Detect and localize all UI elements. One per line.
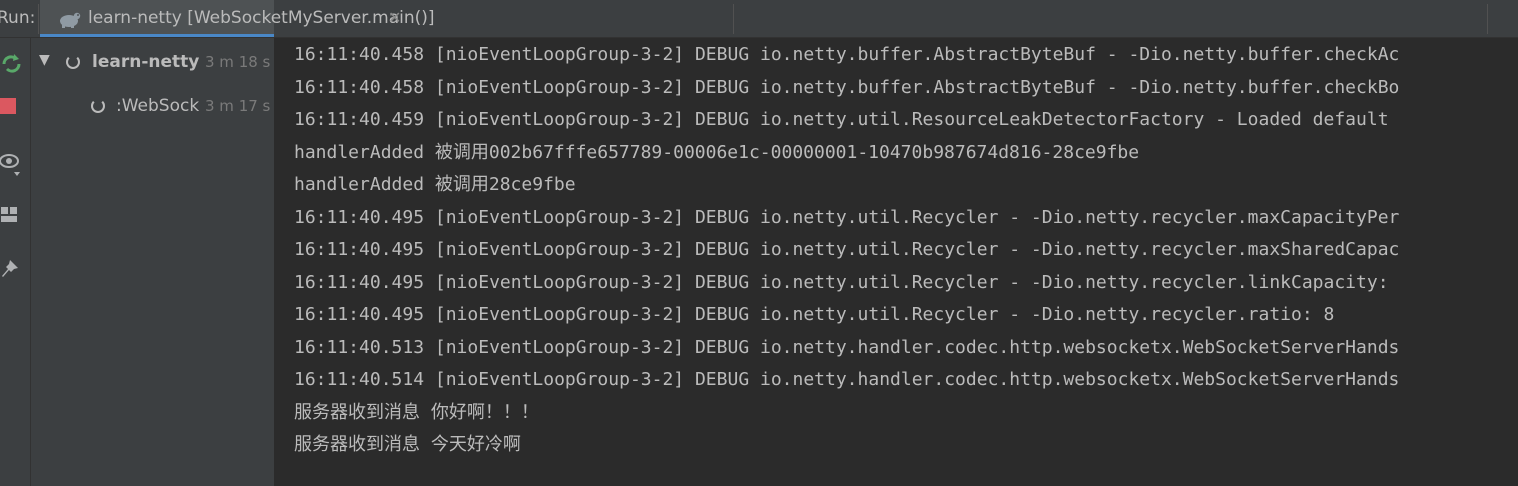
console-line: 16:11:40.495 [nioEventLoopGroup-3-2] DEB… [294,271,1389,293]
java-app-icon [58,9,82,33]
console-line: 16:11:40.459 [nioEventLoopGroup-3-2] DEB… [294,109,1389,130]
run-tab[interactable]: learn-netty [WebSocketMyServer.main()] [40,0,435,37]
console-line: 服务器收到消息 今天好冷啊 [294,434,521,455]
run-tab-title: learn-netty [WebSocketMyServer.main()] [88,8,435,28]
running-spinner-icon [66,55,80,69]
console-output[interactable]: 16:11:40.458 [nioEventLoopGroup-3-2] DEB… [275,38,1518,486]
close-tab-icon[interactable]: ✕ [388,0,401,36]
tree-node-duration: 3 m 18 s [205,53,271,71]
console-line: 16:11:40.458 [nioEventLoopGroup-3-2] DEB… [294,44,1400,65]
console-line: 16:11:40.495 [nioEventLoopGroup-3-2] DEB… [294,239,1400,260]
console-line: 服务器收到消息 你好啊！！！ [294,401,539,423]
tab-separator [38,4,39,34]
tab-separator [1487,4,1488,34]
console-line: 16:11:40.513 [nioEventLoopGroup-3-2] DEB… [294,336,1400,358]
console-line: 16:11:40.495 [nioEventLoopGroup-3-2] DEB… [294,206,1400,228]
console-line: 16:11:40.495 [nioEventLoopGroup-3-2] DEB… [294,304,1335,325]
tree-node-label: learn-netty [ [92,52,204,72]
running-spinner-icon [91,99,105,113]
run-tool-window-header: Run: learn-netty [WebSocketMyServer.main… [0,0,1518,38]
eye-icon[interactable] [0,150,24,176]
tree-node-websocket-server[interactable]: :WebSock 3 m 17 s [31,93,275,119]
chevron-down-icon[interactable]: ▼ [39,52,50,68]
tree-node-label: :WebSock [116,96,200,116]
console-line: handlerAdded 被调用28ce9fbe [294,174,576,195]
run-tree-panel: ▼ learn-netty [ 3 m 18 s :WebSock 3 m 17… [31,38,275,486]
run-label: Run: [0,8,36,28]
layout-icon[interactable] [0,204,24,228]
console-line: handlerAdded 被调用002b67fffe657789-00006e1… [294,141,1140,163]
tree-node-duration: 3 m 17 s [205,97,271,115]
run-toolbar [0,38,31,486]
tree-node-learn-netty[interactable]: ▼ learn-netty [ 3 m 18 s [31,49,275,75]
console-line: 16:11:40.458 [nioEventLoopGroup-3-2] DEB… [294,76,1400,98]
console-line: 16:11:40.514 [nioEventLoopGroup-3-2] DEB… [294,369,1400,390]
rerun-icon[interactable] [0,52,24,76]
stop-icon[interactable] [0,95,24,119]
tab-separator [733,4,734,34]
console-lines: 16:11:40.458 [nioEventLoopGroup-3-2] DEB… [294,39,1399,462]
pin-icon[interactable] [0,257,24,281]
